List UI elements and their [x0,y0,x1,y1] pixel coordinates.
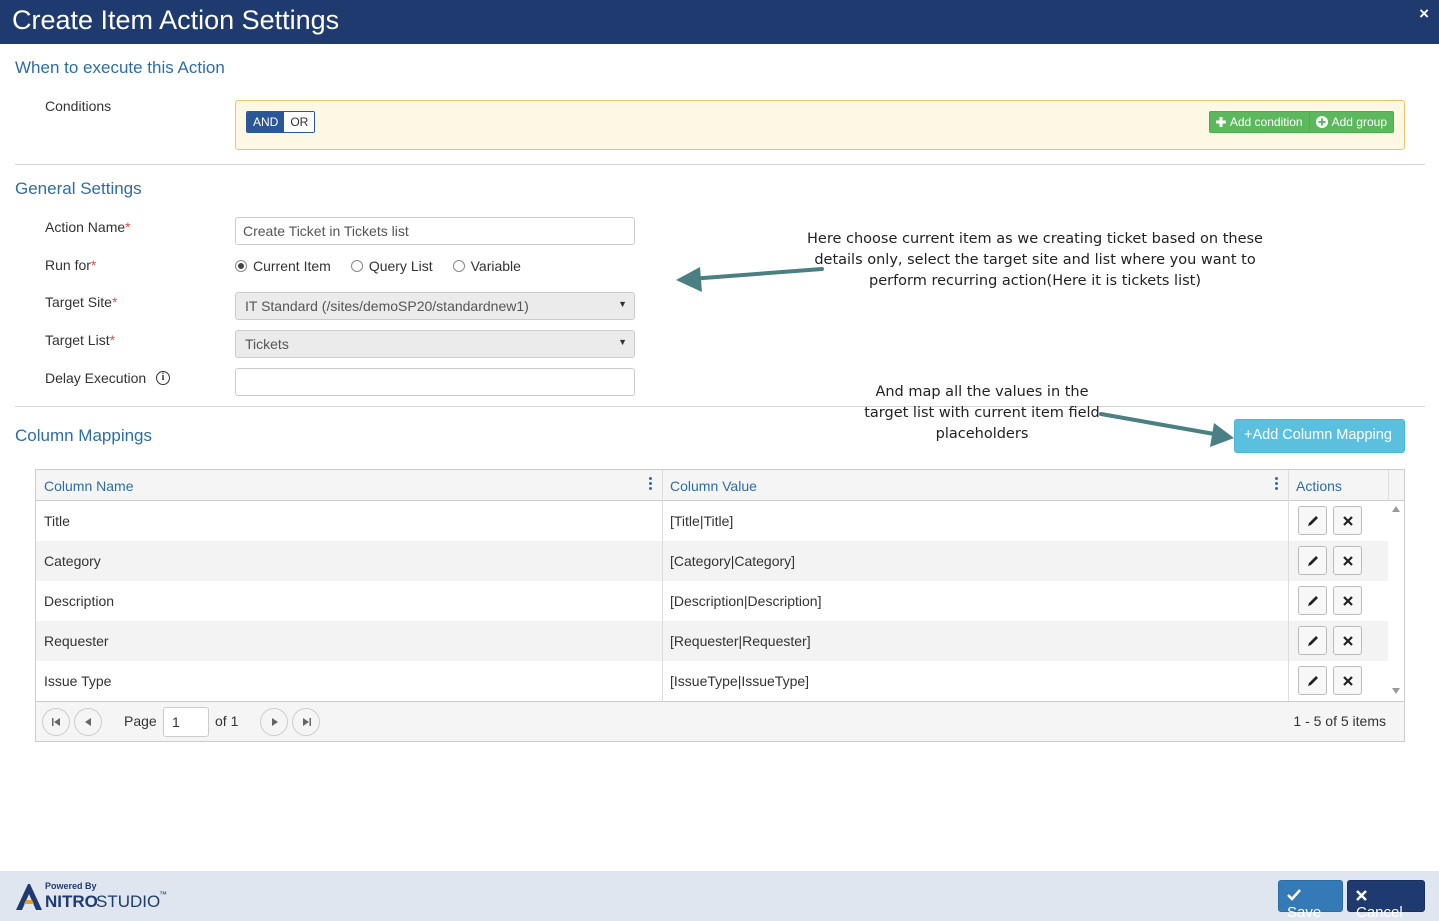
previous-page-button[interactable] [74,708,102,736]
column-mappings-grid: Column Name Column Value Actions Title [… [35,469,1405,742]
close-icon [1342,555,1353,566]
nitro-studio-logo: Powered By NITRO STUDIO ™ [14,880,184,914]
divider [1288,501,1289,541]
page-of-label: of 1 [215,713,239,729]
table-row: Description [Description|Description] [36,581,1388,621]
pencil-icon [1307,675,1318,686]
add-column-mapping-label: Add Column Mapping [1252,427,1392,443]
page-number-input[interactable]: 1 [163,707,209,737]
cell-column-value: [IssueType|IssueType] [670,673,810,689]
close-icon [1342,595,1353,606]
annotation-arrows [676,267,1234,447]
edit-button[interactable] [1298,626,1327,655]
table-row: Category [Category|Category] [36,541,1388,581]
scroll-down-icon[interactable] [1392,688,1400,694]
close-icon [1342,675,1353,686]
trademark: ™ [159,890,167,899]
divider [1288,541,1289,581]
header-column-name[interactable]: Column Name [36,470,662,501]
column-menu-icon[interactable] [1275,477,1279,492]
cell-column-name: Title [44,513,70,529]
delete-button[interactable] [1333,586,1362,615]
divider [1288,661,1289,701]
pencil-icon [1307,555,1318,566]
pencil-icon [1307,515,1318,526]
delete-button[interactable] [1333,626,1362,655]
divider [1388,470,1389,501]
nitro-logo-icon [16,884,42,910]
divider [1288,621,1289,661]
powered-by-text: Powered By [45,881,97,891]
cell-column-name: Description [44,593,115,609]
save-button[interactable]: Save [1278,880,1343,921]
first-page-icon [51,718,60,726]
add-column-mapping-button[interactable]: +Add Column Mapping [1234,419,1405,453]
edit-button[interactable] [1298,666,1327,695]
delete-button[interactable] [1333,546,1362,575]
divider [1288,581,1289,621]
close-icon [1356,890,1367,901]
next-page-button[interactable] [260,708,288,736]
next-page-icon [271,718,278,726]
cell-column-name: Issue Type [44,673,112,689]
previous-page-icon [84,718,91,726]
table-row: Issue Type [IssueType|IssueType] [36,661,1388,701]
dialog-footer: Powered By NITRO STUDIO ™ [0,871,1439,921]
cell-column-value: [Requester|Requester] [670,633,811,649]
brand-nitro: NITRO [45,892,98,911]
last-page-button[interactable] [292,708,320,736]
last-page-icon [302,718,311,726]
section-title-mappings: Column Mappings [15,426,153,445]
arrow-right-icon [1099,412,1234,447]
grid-pager: Page 1 of 1 1 - 5 of 5 items [36,701,1404,741]
cancel-button[interactable]: Cancel [1347,880,1425,921]
column-menu-icon[interactable] [649,477,653,492]
grid-scrollbar[interactable] [1388,501,1404,701]
grid-header: Column Name Column Value Actions [36,470,1404,501]
cell-column-name: Category [44,553,101,569]
edit-button[interactable] [1298,586,1327,615]
table-row: Requester [Requester|Requester] [36,621,1388,661]
check-icon [1287,889,1301,901]
pager-summary: 1 - 5 of 5 items [1293,713,1386,729]
cell-column-value: [Description|Description] [670,593,822,609]
arrow-left-icon [676,267,824,292]
pencil-icon [1307,595,1318,606]
pencil-icon [1307,635,1318,646]
edit-button[interactable] [1298,546,1327,575]
delete-button[interactable] [1333,666,1362,695]
save-label: Save [1287,904,1322,921]
brand-studio: STUDIO [96,892,161,911]
table-row: Title [Title|Title] [36,501,1388,541]
close-icon [1342,635,1353,646]
cancel-label: Cancel [1356,904,1403,921]
header-actions: Actions [1296,478,1342,494]
scroll-up-icon[interactable] [1392,506,1400,512]
first-page-button[interactable] [42,708,70,736]
close-icon [1342,515,1353,526]
delete-button[interactable] [1333,506,1362,535]
page-label: Page [124,713,157,729]
cell-column-value: [Category|Category] [670,553,796,569]
edit-button[interactable] [1298,506,1327,535]
header-column-value[interactable]: Column Value [662,470,1288,501]
cell-column-name: Requester [44,633,109,649]
cell-column-value: [Title|Title] [670,513,734,529]
